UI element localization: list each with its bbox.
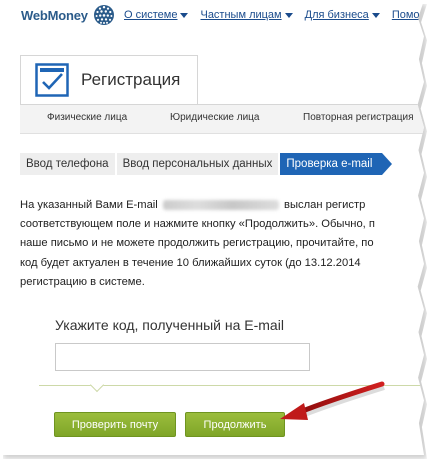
- subnav-legal-entities[interactable]: Юридические лица: [170, 112, 259, 123]
- nav-about[interactable]: О системе: [124, 9, 189, 21]
- email-code-input[interactable]: [55, 343, 310, 371]
- logo-text[interactable]: WebMoney: [21, 8, 88, 23]
- page-title: Регистрация: [81, 70, 181, 89]
- check-mail-button[interactable]: Проверить почту: [54, 412, 176, 437]
- nav-business[interactable]: Для бизнеса: [305, 9, 380, 21]
- chevron-down-icon: [371, 12, 380, 18]
- code-label: Укажите код, полученный на E-mail: [55, 317, 284, 333]
- step-phone: Ввод телефона: [20, 153, 115, 175]
- step-email-check: Проверка e-mail: [280, 153, 393, 175]
- input-gap: [246, 346, 248, 368]
- registration-subnav: Физические лица Юридические лица Повторн…: [20, 104, 424, 134]
- page: WebMoney О системе Частным лицам Для биз…: [0, 0, 424, 455]
- divider-notch: [89, 377, 105, 393]
- checkbox-form-icon: [35, 63, 69, 97]
- globe-logo-icon[interactable]: [93, 4, 115, 26]
- header: WebMoney О системе Частным лицам Для биз…: [0, 0, 424, 36]
- chevron-down-icon: [284, 12, 293, 18]
- subnav-repeat-registration[interactable]: Повторная регистрация: [303, 112, 414, 123]
- chevron-down-icon: [180, 12, 189, 18]
- subnav-individuals[interactable]: Физические лица: [47, 112, 127, 123]
- registration-steps: Ввод телефона Ввод персональных данных П…: [20, 153, 393, 175]
- registration-tab: Регистрация: [20, 55, 198, 105]
- step-personal-data: Ввод персональных данных: [116, 153, 279, 175]
- top-nav: О системе Частным лицам Для бизнеса Помо…: [124, 9, 424, 21]
- red-arrow-annotation: [280, 381, 385, 420]
- info-text: На указанный Вами E-mail выслан регистр …: [20, 199, 375, 288]
- blurred-email: [162, 200, 279, 211]
- nav-individuals[interactable]: Частным лицам: [200, 9, 293, 21]
